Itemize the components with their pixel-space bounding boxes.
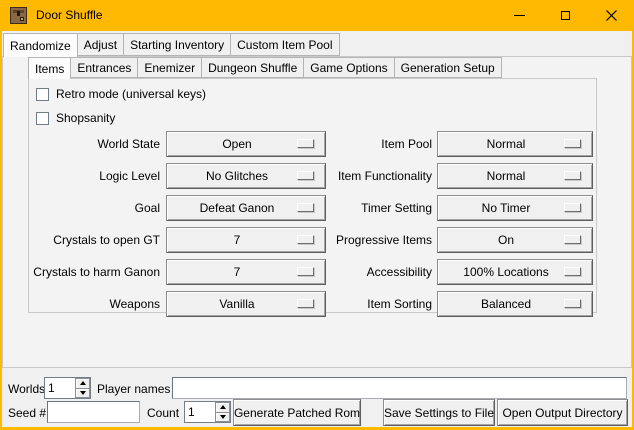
inner-tab-bar: Items Entrances Enemizer Dungeon Shuffle… — [28, 57, 502, 79]
open-output-directory-button[interactable]: Open Output Directory — [497, 399, 628, 426]
dropdown-value: No Glitches — [206, 169, 268, 183]
arrow-up-icon — [220, 405, 226, 409]
maximize-button[interactable] — [542, 0, 588, 31]
dropdown-indicator-icon — [564, 203, 581, 212]
window-title: Door Shuffle — [36, 0, 103, 31]
tab-label: Game Options — [310, 61, 387, 75]
arrow-down-icon — [220, 415, 226, 419]
timer-setting-dropdown[interactable]: No Timer — [437, 195, 593, 221]
player-names-input[interactable] — [172, 377, 627, 399]
dropdown-indicator-icon — [564, 299, 581, 308]
tab-label: Adjust — [84, 38, 117, 52]
tab-label: Dungeon Shuffle — [208, 61, 297, 75]
close-icon — [606, 10, 617, 21]
tab-randomize[interactable]: Randomize — [3, 33, 78, 57]
worlds-label: Worlds — [8, 378, 45, 400]
item-pool-dropdown[interactable]: Normal — [437, 131, 593, 157]
dropdown-value: Normal — [487, 137, 526, 151]
dropdown-value: 7 — [234, 265, 241, 279]
spinner-arrows — [215, 402, 230, 422]
minimize-icon — [514, 15, 525, 16]
arrow-down-icon — [80, 391, 86, 395]
spinner-arrows — [75, 378, 90, 398]
seed-input[interactable] — [47, 401, 140, 423]
dropdown-value: Defeat Ganon — [200, 201, 275, 215]
world-state-label: World State — [0, 131, 160, 157]
checkbox-label: Shopsanity — [56, 111, 115, 125]
shopsanity-checkbox[interactable]: Shopsanity — [36, 110, 115, 126]
arrow-up-icon — [80, 381, 86, 385]
generate-patched-rom-button[interactable]: Generate Patched Rom — [233, 399, 361, 426]
dropdown-value: On — [498, 233, 514, 247]
tab-generation-setup[interactable]: Generation Setup — [394, 57, 502, 78]
tab-label: Custom Item Pool — [237, 38, 332, 52]
worlds-spinner — [44, 377, 91, 399]
crystals-harm-ganon-label: Crystals to harm Ganon — [0, 259, 160, 285]
dropdown-indicator-icon — [564, 267, 581, 276]
goal-label: Goal — [0, 195, 160, 221]
tab-label: Generation Setup — [401, 61, 495, 75]
outer-tab-bar: Randomize Adjust Starting Inventory Cust… — [3, 33, 340, 57]
app-door-icon — [10, 7, 27, 24]
checkbox-icon — [36, 88, 49, 101]
tab-adjust[interactable]: Adjust — [77, 33, 124, 56]
tab-custom-item-pool[interactable]: Custom Item Pool — [230, 33, 339, 56]
dropdown-value: Open — [222, 137, 251, 151]
item-sorting-dropdown[interactable]: Balanced — [437, 291, 593, 317]
tab-dungeon-shuffle[interactable]: Dungeon Shuffle — [201, 57, 304, 78]
maximize-icon — [561, 11, 570, 20]
retro-mode-checkbox[interactable]: Retro mode (universal keys) — [36, 86, 206, 102]
dropdown-value: Balanced — [481, 297, 531, 311]
count-label: Count — [147, 402, 179, 424]
tab-items[interactable]: Items — [28, 57, 71, 79]
titlebar: Door Shuffle — [0, 0, 634, 31]
tab-label: Entrances — [77, 61, 131, 75]
tab-starting-inventory[interactable]: Starting Inventory — [123, 33, 231, 56]
tab-label: Starting Inventory — [130, 38, 224, 52]
item-sorting-label: Item Sorting — [280, 291, 432, 317]
dropdown-indicator-icon — [564, 235, 581, 244]
worlds-down-button[interactable] — [75, 388, 90, 399]
accessibility-dropdown[interactable]: 100% Locations — [437, 259, 593, 285]
dropdown-indicator-icon — [564, 171, 581, 180]
tab-label: Randomize — [10, 39, 71, 53]
seed-label: Seed # — [8, 402, 46, 424]
weapons-label: Weapons — [0, 291, 160, 317]
dropdown-value: Normal — [487, 169, 526, 183]
checkbox-icon — [36, 112, 49, 125]
count-input[interactable] — [185, 402, 215, 422]
count-down-button[interactable] — [215, 412, 230, 423]
dropdown-value: 7 — [234, 233, 241, 247]
minimize-button[interactable] — [496, 0, 542, 31]
dropdown-value: 100% Locations — [463, 265, 548, 279]
window-border — [0, 0, 2, 430]
tab-enemizer[interactable]: Enemizer — [137, 57, 202, 78]
checkbox-label: Retro mode (universal keys) — [56, 87, 206, 101]
count-spinner — [184, 401, 231, 423]
dropdown-value: Vanilla — [219, 297, 254, 311]
progressive-items-dropdown[interactable]: On — [437, 227, 593, 253]
logic-level-label: Logic Level — [0, 163, 160, 189]
close-button[interactable] — [588, 0, 634, 31]
accessibility-label: Accessibility — [280, 259, 432, 285]
tab-entrances[interactable]: Entrances — [70, 57, 138, 78]
dropdown-value: No Timer — [482, 201, 531, 215]
item-functionality-dropdown[interactable]: Normal — [437, 163, 593, 189]
tab-game-options[interactable]: Game Options — [303, 57, 394, 78]
crystals-open-gt-label: Crystals to open GT — [0, 227, 160, 253]
save-settings-button[interactable]: Save Settings to File — [383, 399, 495, 426]
progressive-items-label: Progressive Items — [280, 227, 432, 253]
player-names-label: Player names — [97, 378, 170, 400]
dropdown-indicator-icon — [564, 139, 581, 148]
worlds-input[interactable] — [45, 378, 75, 398]
item-functionality-label: Item Functionality — [280, 163, 432, 189]
tab-label: Items — [35, 62, 64, 76]
door-shuffle-window: Door Shuffle Randomize Adjust Starting I… — [0, 0, 634, 430]
tab-label: Enemizer — [144, 61, 195, 75]
timer-setting-label: Timer Setting — [280, 195, 432, 221]
item-pool-label: Item Pool — [280, 131, 432, 157]
